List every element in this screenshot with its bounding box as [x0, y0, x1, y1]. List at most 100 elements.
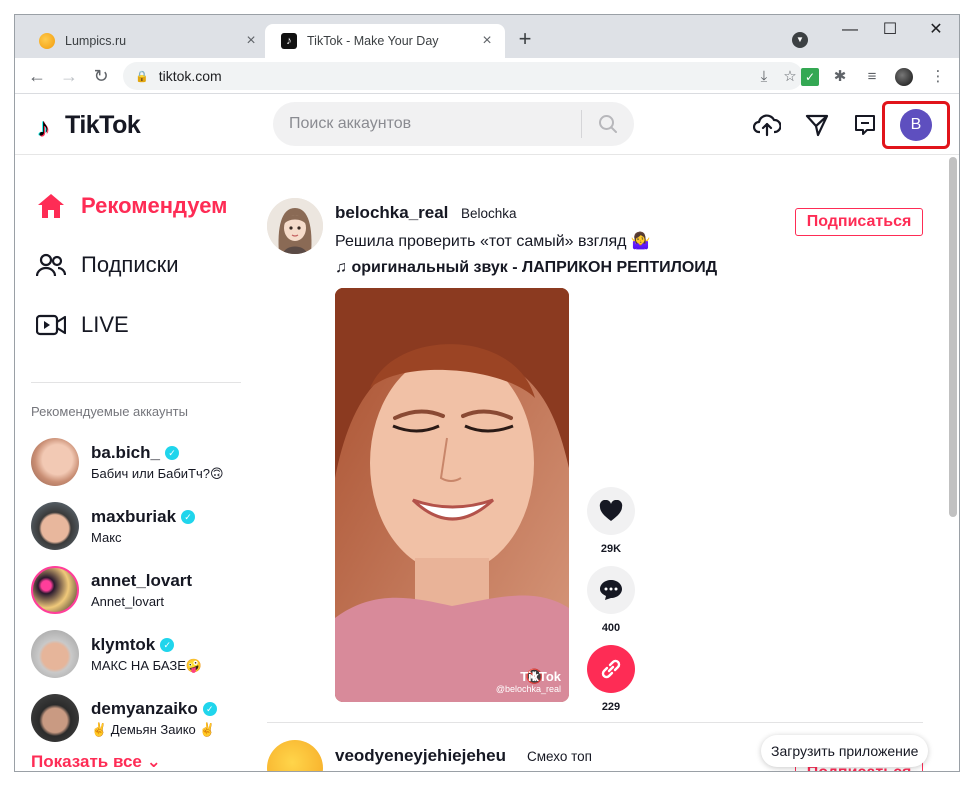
messages-button[interactable]	[803, 111, 831, 139]
post-author-avatar[interactable]	[267, 198, 323, 254]
nav-following[interactable]: Подписки	[35, 245, 179, 285]
feed: belochka_real Belochka Решила проверить …	[267, 156, 947, 771]
new-tab-button[interactable]: +	[513, 28, 537, 52]
users-icon	[35, 249, 67, 281]
suggested-account[interactable]: demyanzaiko ✓ ✌️ Демьян Заико ✌️	[31, 692, 217, 744]
extensions-puzzle-icon[interactable]: ✱	[831, 68, 849, 86]
account-username: annet_lovart	[91, 571, 193, 590]
heart-icon	[599, 500, 623, 521]
follow-button[interactable]: Подписаться	[795, 208, 923, 236]
home-icon	[35, 190, 67, 222]
account-avatar	[31, 438, 79, 486]
page: Lumpics.ru × ♪ TikTok - Make Your Day × …	[0, 0, 974, 786]
cartoon-girl-avatar-icon	[267, 198, 323, 254]
verified-badge-icon: ✓	[160, 637, 175, 652]
suggested-account[interactable]: annet_lovart Annet_lovart	[31, 564, 192, 616]
account-subtitle: Annet_lovart	[91, 594, 164, 609]
verified-badge-icon: ✓	[202, 701, 217, 716]
upload-cloud-icon	[753, 114, 781, 137]
comment-bubble-icon	[600, 580, 622, 600]
browser-window: Lumpics.ru × ♪ TikTok - Make Your Day × …	[14, 14, 960, 772]
lumpics-favicon-icon	[39, 33, 55, 49]
lock-icon[interactable]: 🔒	[135, 70, 149, 83]
tab-tiktok[interactable]: ♪ TikTok - Make Your Day ×	[265, 24, 505, 58]
post-music[interactable]: ♫ оригинальный звук - ЛАПРИКОН РЕПТИЛОИД	[335, 259, 717, 277]
address-bar[interactable]: 🔒 tiktok.com ⤓ ☆	[123, 62, 803, 90]
post-nickname: Belochka	[461, 206, 517, 221]
post-author-avatar[interactable]	[267, 740, 323, 771]
account-avatar	[31, 502, 79, 550]
like-button[interactable]	[587, 487, 635, 535]
nav-for-you[interactable]: Рекомендуем	[35, 186, 227, 226]
bookmark-star-icon[interactable]: ☆	[777, 67, 803, 85]
share-button[interactable]	[587, 645, 635, 693]
nav-label: Рекомендуем	[81, 193, 228, 218]
suggested-account[interactable]: ba.bich_ ✓ Бабич или БабиТч?🙃	[31, 436, 224, 488]
extension-check-icon[interactable]: ✓	[801, 68, 819, 86]
scrollbar[interactable]	[949, 157, 957, 517]
account-subtitle: ✌️ Демьян Заико ✌️	[91, 721, 216, 737]
sidebar-divider	[31, 382, 241, 383]
comment-button[interactable]	[587, 566, 635, 614]
browser-profile-icon[interactable]	[895, 68, 913, 86]
maximize-icon[interactable]: ☐	[875, 21, 905, 39]
account-username: klymtok	[91, 634, 156, 654]
browser-toolbar: ← → ↻ 🔒 tiktok.com ⤓ ☆ ✓ ✱ ≡ ⋮	[15, 58, 959, 94]
suggested-account[interactable]: maxburiak ✓ Макс	[31, 500, 196, 552]
chevron-down-icon: ⌄	[146, 752, 161, 771]
video-watermark: TikTok @belochka_real	[496, 669, 561, 694]
media-control-icon[interactable]: ≡	[863, 68, 881, 86]
nav-live[interactable]: LIVE	[35, 305, 129, 345]
tiktok-note-icon: ♪ ♪ ♪	[36, 111, 51, 143]
url-text[interactable]: tiktok.com	[159, 68, 751, 84]
upload-button[interactable]	[753, 111, 781, 139]
tab-search-icon[interactable]: ▼	[792, 32, 808, 48]
search-bar	[273, 102, 634, 146]
install-app-icon[interactable]: ⤓	[751, 68, 777, 85]
show-all-label: Показать все	[31, 752, 142, 771]
inbox-button[interactable]	[851, 111, 879, 139]
post-username[interactable]: belochka_real	[335, 203, 448, 223]
post-description: Решила проверить «тот самый» взгляд 🤷‍♀️	[335, 233, 651, 250]
back-icon[interactable]: ←	[25, 65, 49, 89]
tab-strip: Lumpics.ru × ♪ TikTok - Make Your Day × …	[15, 15, 959, 58]
post-username[interactable]: veodyeneyjehiejeheu	[335, 746, 506, 766]
inbox-message-icon	[855, 115, 875, 135]
video-player[interactable]: 🔇 TikTok @belochka_real	[335, 288, 569, 702]
forward-icon[interactable]: →	[57, 65, 81, 89]
close-tab-icon[interactable]: ×	[479, 33, 495, 49]
send-paper-plane-icon	[805, 114, 829, 137]
account-username: maxburiak	[91, 507, 177, 526]
profile-avatar-highlight: B	[882, 101, 950, 149]
watermark-logo: TikTok	[520, 669, 561, 684]
tab-title: Lumpics.ru	[65, 34, 127, 48]
minimize-icon[interactable]: —	[835, 21, 865, 39]
search-icon	[599, 115, 617, 133]
reload-icon[interactable]: ↻	[89, 65, 113, 89]
share-action[interactable]: 229	[587, 645, 635, 713]
comment-action[interactable]: 400	[587, 566, 635, 634]
tab-lumpics[interactable]: Lumpics.ru ×	[23, 24, 269, 58]
like-action[interactable]: 29K	[587, 487, 635, 555]
profile-avatar[interactable]: B	[900, 109, 932, 141]
account-subtitle: Макс	[91, 530, 122, 545]
post-nickname: Смехо топ	[527, 749, 592, 764]
account-avatar	[31, 566, 79, 614]
get-app-button[interactable]: Загрузить приложение	[761, 735, 929, 767]
search-input[interactable]	[273, 102, 581, 146]
suggested-account[interactable]: klymtok ✓ МАКС НА БАЗЕ🤪	[31, 628, 202, 680]
close-window-icon[interactable]: ✕	[921, 21, 951, 39]
tab-title: TikTok - Make Your Day	[307, 34, 439, 48]
browser-menu-icon[interactable]: ⋮	[929, 68, 947, 86]
share-count: 229	[601, 701, 621, 713]
verified-badge-icon: ✓	[181, 510, 196, 524]
nav-label: Подписки	[81, 252, 179, 277]
show-all-link[interactable]: Показать все ⌄	[31, 752, 161, 771]
tiktok-logo[interactable]: ♪ ♪ ♪ TikTok	[35, 111, 141, 143]
account-avatar	[31, 630, 79, 678]
close-tab-icon[interactable]: ×	[243, 33, 259, 49]
search-button[interactable]	[582, 102, 634, 146]
tiktok-header: ♪ ♪ ♪ TikTok B	[15, 95, 959, 155]
live-icon	[35, 309, 67, 341]
verified-badge-icon: ✓	[164, 445, 179, 460]
